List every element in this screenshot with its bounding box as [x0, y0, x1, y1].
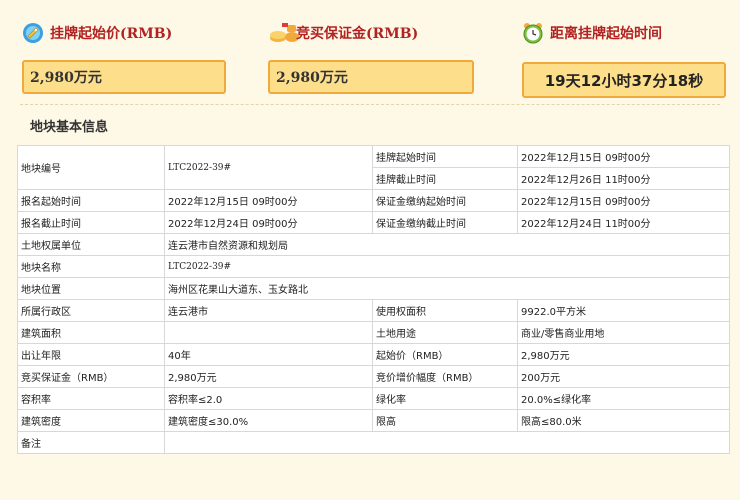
table-key: 保证金缴纳起始时间: [372, 189, 518, 212]
table-value: 2022年12月24日 09时00分: [164, 211, 373, 234]
table-value: 40年: [164, 343, 373, 366]
summary-bar: 挂牌起始价(RMB) 2,980万元 竞买保证金(RMB) 2,980万元 距离…: [0, 0, 740, 108]
table-key: 建筑密度: [17, 409, 165, 432]
table-key: 备注: [17, 431, 165, 454]
table-row: 土地权属单位 连云港市自然资源和规划局: [17, 233, 730, 256]
table-row: 出让年限 40年 起始价（RMB） 2,980万元: [17, 343, 730, 366]
table-key: 土地权属单位: [17, 233, 165, 256]
start-price-label: 挂牌起始价(RMB): [50, 26, 173, 42]
table-value: 20.0%≤绿化率: [517, 387, 730, 410]
table-value: LTC2022-39#: [164, 145, 373, 190]
table-row: 地块位置 海州区花果山大道东、玉女路北: [17, 277, 730, 300]
table-value: 2022年12月15日 09时00分: [517, 189, 730, 212]
deposit-block: 竞买保证金(RMB) 2,980万元: [268, 18, 474, 94]
table-row: 备注: [17, 431, 730, 454]
table-key: 出让年限: [17, 343, 165, 366]
table-value: [164, 431, 730, 454]
money-bag-icon: [268, 22, 299, 44]
table-row: 地块名称 LTC2022-39#: [17, 255, 730, 278]
table-key: 竞买保证金（RMB）: [17, 365, 165, 388]
table-value: 9922.0平方米: [517, 299, 730, 322]
table-key: 地块名称: [17, 255, 165, 278]
table-row: 竞买保证金（RMB） 2,980万元 竞价增价幅度（RMB） 200万元: [17, 365, 730, 388]
table-row: 容积率 容积率≤2.0 绿化率 20.0%≤绿化率: [17, 387, 730, 410]
table-value: 商业/零售商业用地: [517, 321, 730, 344]
divider: [20, 104, 720, 105]
table-value: 200万元: [517, 365, 730, 388]
table-value: 2022年12月26日 11时00分: [517, 167, 730, 190]
table-value: 限高≤80.0米: [517, 409, 730, 432]
table-row: 报名起始时间 2022年12月15日 09时00分 保证金缴纳起始时间 2022…: [17, 189, 730, 212]
table-key: 地块编号: [17, 145, 165, 190]
table-value: 2022年12月24日 11时00分: [517, 211, 730, 234]
table-key: 限高: [372, 409, 518, 432]
table-value: 海州区花果山大道东、玉女路北: [164, 277, 730, 300]
table-key: 绿化率: [372, 387, 518, 410]
table-value: 容积率≤2.0: [164, 387, 373, 410]
countdown-block: 距离挂牌起始时间 19天12小时37分18秒: [522, 18, 726, 98]
table-key: 所属行政区: [17, 299, 165, 322]
table-key: 报名起始时间: [17, 189, 165, 212]
table-row: 所属行政区 连云港市 使用权面积 9922.0平方米: [17, 299, 730, 322]
section-title: 地块基本信息: [30, 120, 109, 135]
deposit-value: 2,980万元: [268, 60, 474, 94]
table-row: 地块编号 LTC2022-39# 挂牌起始时间 2022年12月15日 09时0…: [17, 145, 730, 190]
table-key: 土地用途: [372, 321, 518, 344]
table-key: 竞价增价幅度（RMB）: [372, 365, 518, 388]
start-price-value: 2,980万元: [22, 60, 226, 94]
table-value: 2,980万元: [517, 343, 730, 366]
table-key: 建筑面积: [17, 321, 165, 344]
table-key: 保证金缴纳截止时间: [372, 211, 518, 234]
table-key: 容积率: [17, 387, 165, 410]
table-row: 建筑面积 土地用途 商业/零售商业用地: [17, 321, 730, 344]
table-value: 2022年12月15日 09时00分: [517, 145, 730, 168]
land-listing-page: 挂牌起始价(RMB) 2,980万元 竞买保证金(RMB) 2,980万元 距离…: [0, 0, 740, 500]
land-info-table: 地块编号 LTC2022-39# 挂牌起始时间 2022年12月15日 09时0…: [17, 145, 730, 454]
countdown-value: 19天12小时37分18秒: [522, 62, 726, 98]
table-value: 2022年12月15日 09时00分: [164, 189, 373, 212]
alarm-clock-icon: [522, 22, 544, 44]
table-value: 建筑密度≤30.0%: [164, 409, 373, 432]
countdown-label: 距离挂牌起始时间: [550, 26, 662, 42]
start-price-block: 挂牌起始价(RMB) 2,980万元: [22, 18, 226, 94]
price-tag-icon: [22, 22, 44, 44]
table-key: 挂牌截止时间: [372, 167, 518, 190]
table-key: 挂牌起始时间: [372, 145, 518, 168]
table-key: 报名截止时间: [17, 211, 165, 234]
table-value: [164, 321, 373, 344]
table-value: 2,980万元: [164, 365, 373, 388]
table-row: 建筑密度 建筑密度≤30.0% 限高 限高≤80.0米: [17, 409, 730, 432]
table-value: 连云港市自然资源和规划局: [164, 233, 730, 256]
table-key: 地块位置: [17, 277, 165, 300]
deposit-label: 竞买保证金(RMB): [296, 26, 419, 42]
table-key: 起始价（RMB）: [372, 343, 518, 366]
table-value: 连云港市: [164, 299, 373, 322]
table-key: 使用权面积: [372, 299, 518, 322]
table-value: LTC2022-39#: [164, 255, 730, 278]
table-row: 报名截止时间 2022年12月24日 09时00分 保证金缴纳截止时间 2022…: [17, 211, 730, 234]
